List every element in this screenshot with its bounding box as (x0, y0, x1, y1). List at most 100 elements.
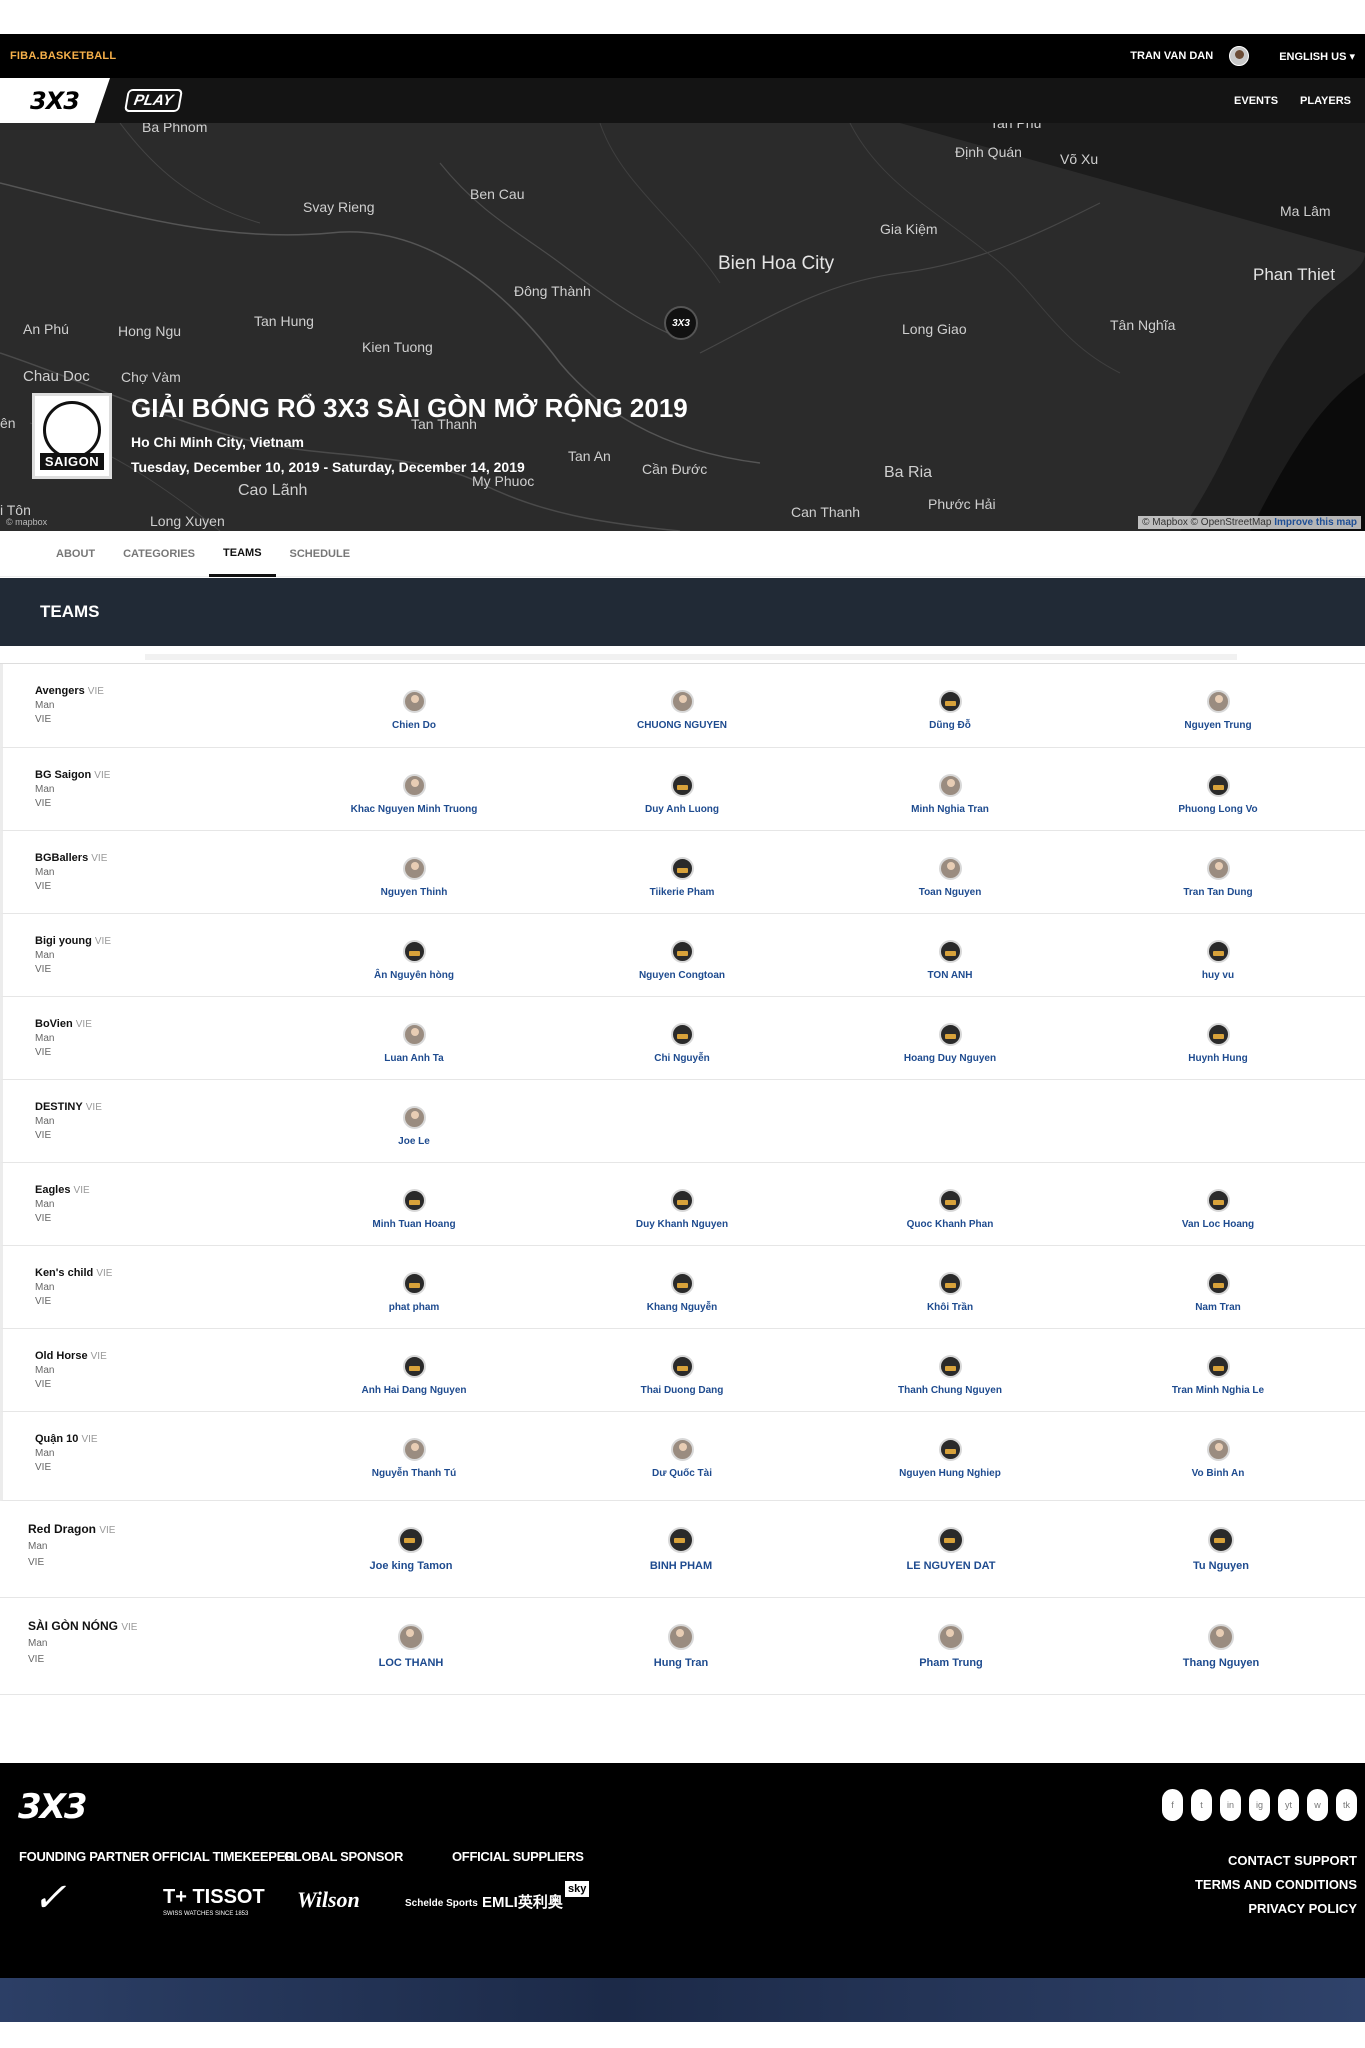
team-name-link[interactable]: BGBallers (35, 852, 88, 864)
player-avatar[interactable] (1206, 940, 1230, 963)
player-card[interactable]: Phuong Long Vo (1084, 748, 1352, 830)
player-avatar[interactable] (670, 690, 694, 713)
player-name-link[interactable]: Nguyen Hung Nghiep (899, 1468, 1001, 1479)
player-card[interactable]: Khôi Trần (816, 1246, 1084, 1328)
player-name-link[interactable]: Tran Minh Nghia Le (1172, 1385, 1264, 1396)
event-hero-map[interactable]: Ba Phnom Svay Rieng Ben Cau Tan Phu Định… (0, 123, 1365, 531)
player-card[interactable]: Tu Nguyen (1086, 1501, 1356, 1597)
player-card[interactable]: Duy Khanh Nguyen (548, 1163, 816, 1245)
wilson-logo[interactable]: Wilson (297, 1887, 360, 1913)
player-avatar[interactable] (402, 857, 426, 880)
sky-logo[interactable]: sky (565, 1881, 590, 1897)
player-card[interactable]: Vo Binh An (1084, 1412, 1352, 1500)
player-card[interactable]: Minh Nghia Tran (816, 748, 1084, 830)
contact-support-link[interactable]: CONTACT SUPPORT (1195, 1849, 1357, 1873)
terms-link[interactable]: TERMS AND CONDITIONS (1195, 1873, 1357, 1897)
player-card[interactable]: Hoang Duy Nguyen (816, 997, 1084, 1079)
player-name-link[interactable]: Toan Nguyen (919, 887, 982, 898)
player-avatar[interactable] (938, 1355, 962, 1378)
player-name-link[interactable]: Duy Khanh Nguyen (636, 1219, 728, 1230)
player-avatar[interactable] (402, 1438, 426, 1461)
tiktok-icon[interactable]: tk (1336, 1789, 1357, 1821)
player-name-link[interactable]: Nguyen Trung (1184, 720, 1251, 731)
player-avatar[interactable] (1206, 774, 1230, 797)
youtube-icon[interactable]: yt (1278, 1789, 1299, 1821)
player-avatar[interactable] (1208, 1624, 1234, 1650)
player-avatar[interactable] (938, 1272, 962, 1295)
player-avatar[interactable] (402, 774, 426, 797)
player-card[interactable]: Luan Anh Ta (280, 997, 548, 1079)
player-name-link[interactable]: Hung Tran (654, 1657, 708, 1669)
player-name-link[interactable]: Phuong Long Vo (1178, 804, 1257, 815)
player-card[interactable]: Chien Do (280, 664, 548, 747)
player-avatar[interactable] (938, 774, 962, 797)
player-avatar[interactable] (938, 1624, 964, 1650)
player-avatar[interactable] (670, 940, 694, 963)
player-avatar[interactable] (670, 1189, 694, 1212)
team-name-link[interactable]: Old Horse (35, 1350, 88, 1362)
player-avatar[interactable] (402, 1106, 426, 1129)
team-name-link[interactable]: Ken's child (35, 1267, 93, 1279)
player-avatar[interactable] (670, 1438, 694, 1461)
player-avatar[interactable] (938, 857, 962, 880)
player-card[interactable]: Nguyễn Thanh Tú (280, 1412, 548, 1500)
tissot-logo[interactable]: T+ TISSOT (163, 1886, 265, 1909)
player-card[interactable]: LE NGUYEN DAT (816, 1501, 1086, 1597)
player-avatar[interactable] (402, 1023, 426, 1046)
play-logo[interactable]: PLAY (123, 89, 183, 112)
player-avatar[interactable] (938, 1527, 964, 1553)
facebook-icon[interactable]: f (1162, 1789, 1183, 1821)
player-avatar[interactable] (1206, 1355, 1230, 1378)
player-card[interactable]: Tran Minh Nghia Le (1084, 1329, 1352, 1411)
player-card[interactable]: TON ANH (816, 914, 1084, 996)
player-avatar[interactable] (1206, 1023, 1230, 1046)
user-name[interactable]: TRAN VAN DAN (1130, 50, 1213, 62)
privacy-policy-link[interactable]: PRIVACY POLICY (1195, 1897, 1357, 1921)
player-name-link[interactable]: Tran Tan Dung (1183, 887, 1252, 898)
player-card[interactable]: CHUONG NGUYEN (548, 664, 816, 747)
fiba-basketball-link[interactable]: FIBA.BASKETBALL (10, 50, 116, 62)
team-name-link[interactable]: Red Dragon (28, 1522, 96, 1536)
player-name-link[interactable]: Nam Tran (1195, 1302, 1241, 1313)
player-card[interactable]: Tran Tan Dung (1084, 831, 1352, 913)
player-avatar[interactable] (938, 940, 962, 963)
player-card[interactable]: Minh Tuan Hoang (280, 1163, 548, 1245)
player-name-link[interactable]: Duy Anh Luong (645, 804, 719, 815)
nike-logo[interactable]: ✓ (30, 1875, 76, 1921)
player-avatar[interactable] (938, 1189, 962, 1212)
player-avatar[interactable] (670, 1272, 694, 1295)
tab-about[interactable]: ABOUT (42, 531, 109, 577)
player-avatar[interactable] (670, 1023, 694, 1046)
player-avatar[interactable] (402, 940, 426, 963)
player-avatar[interactable] (1206, 1189, 1230, 1212)
player-avatar[interactable] (1206, 690, 1230, 713)
player-card[interactable]: Nguyen Hung Nghiep (816, 1412, 1084, 1500)
player-name-link[interactable]: Nguyễn Thanh Tú (372, 1468, 456, 1479)
player-name-link[interactable]: Thang Nguyen (1183, 1657, 1259, 1669)
player-card[interactable]: Tiikerie Pham (548, 831, 816, 913)
player-name-link[interactable]: LOC THANH (379, 1657, 444, 1669)
player-avatar[interactable] (398, 1527, 424, 1553)
player-avatar[interactable] (938, 1023, 962, 1046)
player-avatar[interactable] (668, 1527, 694, 1553)
player-avatar[interactable] (938, 690, 962, 713)
player-card[interactable]: huy vu (1084, 914, 1352, 996)
player-card[interactable]: BINH PHAM (546, 1501, 816, 1597)
team-name-link[interactable]: Bigi young (35, 935, 92, 947)
player-avatar[interactable] (1208, 1527, 1234, 1553)
player-name-link[interactable]: CHUONG NGUYEN (637, 720, 727, 731)
player-name-link[interactable]: Minh Nghia Tran (911, 804, 989, 815)
player-card[interactable]: Van Loc Hoang (1084, 1163, 1352, 1245)
player-card[interactable]: Nguyen Congtoan (548, 914, 816, 996)
player-card[interactable]: Thai Duong Dang (548, 1329, 816, 1411)
instagram-icon[interactable]: ig (1249, 1789, 1270, 1821)
player-card[interactable]: Toan Nguyen (816, 831, 1084, 913)
schelde-sports-logo[interactable]: Schelde Sports (405, 1898, 478, 1909)
team-name-link[interactable]: Quận 10 (35, 1433, 78, 1445)
player-name-link[interactable]: Thai Duong Dang (641, 1385, 724, 1396)
player-name-link[interactable]: Tiikerie Pham (650, 887, 715, 898)
player-name-link[interactable]: Tu Nguyen (1193, 1560, 1249, 1572)
team-name-link[interactable]: Eagles (35, 1184, 70, 1196)
mapbox-logo[interactable]: © mapbox (6, 517, 47, 527)
player-name-link[interactable]: Vo Binh An (1192, 1468, 1245, 1479)
